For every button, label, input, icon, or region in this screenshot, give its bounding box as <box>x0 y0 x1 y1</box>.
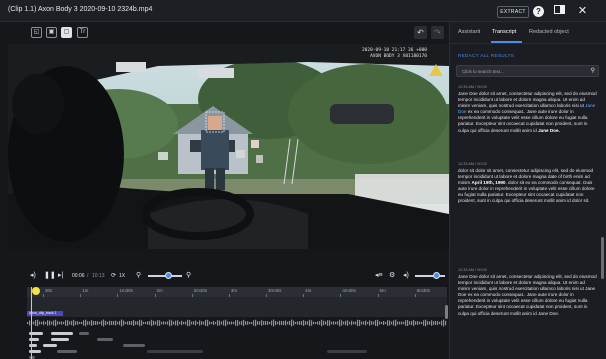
playback-speed[interactable]: 1X <box>119 269 125 283</box>
tab-transcript[interactable]: Transcript <box>492 29 516 35</box>
segment-text: Jane Doe dolor sit amet, consectetur adi… <box>458 91 597 133</box>
segment-timestamp: 12:33 AM / 00:00 <box>458 85 487 89</box>
segment-timestamp: 12:33 AM / 00:00 <box>458 268 487 272</box>
redo-icon[interactable]: ↷ <box>431 26 444 39</box>
segment-text: dolor sit dolor sit amet, consectetur ad… <box>458 168 595 204</box>
active-tab-indicator <box>491 41 522 43</box>
audio-waveform[interactable] <box>27 318 447 328</box>
search-icon[interactable]: ⚲ <box>591 67 595 74</box>
total-time: 10:13 <box>92 273 105 279</box>
video-timestamp-overlay: 2020-09-10 21:17 36 +000 AXON BODY 3 X01… <box>361 48 427 59</box>
timeline-ruler: 30s 1m 1m30s 2m 2m30s 3m 3m30s 4m 4m30s 5m 5m30s <box>27 287 447 297</box>
video-frame[interactable]: 2020-09-10 21:17 36 +000 AXON BODY 3 X01… <box>8 44 449 249</box>
panel-scrollbar[interactable] <box>601 237 604 279</box>
timeline-tick-label: 4m <box>305 288 312 293</box>
timeline[interactable]: 30s 1m 1m30s 2m 2m30s 3m 3m30s 4m 4m30s 5m 5m30s A… <box>27 287 447 359</box>
timeline-tick-label: 5m <box>379 288 386 293</box>
segment-text: Jane Doe dolor sit amet, consectetur adi… <box>458 274 597 316</box>
step-forward-icon[interactable]: ▸| <box>58 269 63 283</box>
timeline-scrollbar[interactable] <box>445 305 448 319</box>
transcript-track[interactable] <box>27 331 447 359</box>
redact-all-results-link[interactable]: REDACT ALL RESULTS <box>458 53 514 58</box>
text-tool-icon[interactable]: Tr <box>77 27 88 38</box>
timeline-tick-label: 3m30s <box>268 288 282 293</box>
timeline-tick-label: 30s <box>45 288 53 293</box>
transcript-search[interactable]: ⚲ <box>456 65 599 77</box>
transcript-chip[interactable] <box>51 332 73 335</box>
timeline-tick-label: 2m <box>156 288 163 293</box>
frame-tool-icon[interactable]: ▢ <box>61 27 72 38</box>
timeline-tick-label: 1m <box>82 288 89 293</box>
playhead[interactable] <box>31 287 41 359</box>
box-redact-tool-icon[interactable]: ▣ <box>46 27 57 38</box>
panel-tabs: Assistant Transcript Redacted object <box>450 22 606 44</box>
transcript-chip[interactable] <box>327 350 367 353</box>
close-icon[interactable]: ✕ <box>576 5 589 18</box>
timeline-tick-label: 1m30s <box>119 288 133 293</box>
transcript-chip[interactable] <box>29 344 37 347</box>
volume-slider[interactable] <box>415 275 445 277</box>
transcript-segment[interactable]: 12:33 AM / 00:00 Jane Doe dolor sit amet… <box>458 268 598 317</box>
segment-timestamp: 12:33 AM / 00:00 <box>458 162 487 166</box>
audio-redact-icon[interactable]: ◂≡ <box>375 269 383 283</box>
timeline-tick-label: 3m <box>230 288 238 293</box>
extract-button[interactable]: EXTRACT <box>497 6 529 18</box>
layout-toggle-icon[interactable] <box>553 5 566 18</box>
search-input[interactable] <box>457 66 585 76</box>
transcript-chip[interactable] <box>57 350 77 353</box>
timeline-tick-label: 5m30s <box>416 288 431 293</box>
video-scene <box>8 44 449 249</box>
undo-icon[interactable]: ↶ <box>414 26 427 39</box>
side-panel: Assistant Transcript Redacted object RED… <box>449 22 606 359</box>
help-icon[interactable]: ? <box>533 6 544 17</box>
window-title: (Clip 1.1) Axon Body 3 2020-09-10 2324b.… <box>8 6 153 13</box>
tab-assistant[interactable]: Assistant <box>458 29 480 35</box>
title-bar: (Clip 1.1) Axon Body 3 2020-09-10 2324b.… <box>0 0 606 22</box>
select-tool-icon[interactable]: ◱ <box>31 27 42 38</box>
zoom-out-icon[interactable]: ⚲ <box>136 269 141 283</box>
pause-icon[interactable]: ❚❚ <box>44 269 56 283</box>
zoom-slider-thumb[interactable] <box>164 272 172 279</box>
transcript-chip[interactable] <box>43 344 57 347</box>
timeline-tick-label: 2m30s <box>193 288 208 293</box>
transcript-chip[interactable] <box>79 332 89 335</box>
settings-gear-icon[interactable]: ⚙ <box>389 269 395 283</box>
tab-redacted-object[interactable]: Redacted object <box>529 29 569 35</box>
zoom-in-icon[interactable]: ⚲ <box>186 269 191 283</box>
playback-controls: ◂) ❚❚ ▸| 00:06 / 10:13 ⟳ 1X ⚲ ⚲ ◂≡ ⚙ ◂) <box>8 269 449 283</box>
transcript-chip[interactable] <box>97 338 113 341</box>
clip-track-label[interactable]: Axon_clip_track 1 <box>27 311 63 316</box>
transcript-chip[interactable] <box>123 344 145 347</box>
current-time: 00:06 <box>72 273 85 279</box>
volume-slider-thumb[interactable] <box>432 272 440 279</box>
transcript-chip[interactable] <box>51 338 69 341</box>
transcript-segment[interactable]: 12:33 AM / 00:00 Jane Doe dolor sit amet… <box>458 85 598 134</box>
speed-icon[interactable]: ⟳ <box>111 269 116 283</box>
timeline-tick-label: 4m30s <box>342 288 356 293</box>
transcript-segment[interactable]: 12:33 AM / 00:00 dolor sit dolor sit ame… <box>458 162 598 205</box>
volume-icon[interactable]: ◂) <box>403 269 409 283</box>
timeline-lanes <box>27 297 447 317</box>
annotation-toolbar: ◱ ▣ ▢ Tr ↶ ↷ <box>0 22 449 44</box>
volume-mute-icon[interactable]: ◂) <box>30 269 36 283</box>
transcript-chip[interactable] <box>147 350 203 353</box>
